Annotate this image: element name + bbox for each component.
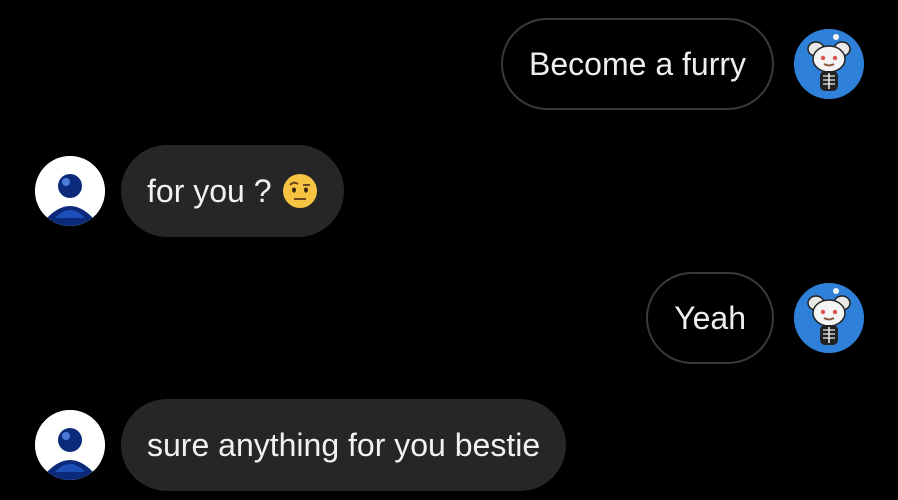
message-text: Yeah xyxy=(674,300,746,336)
default-avatar[interactable] xyxy=(35,410,105,480)
user-avatar-icon xyxy=(35,410,105,480)
user-avatar-icon xyxy=(35,156,105,226)
message-row-sent: Become a furry xyxy=(0,18,898,110)
snoo-icon xyxy=(794,29,864,99)
snoo-avatar[interactable] xyxy=(794,283,864,353)
message-text: sure anything for you bestie xyxy=(147,427,541,463)
message-bubble-sent[interactable]: Become a furry xyxy=(501,18,774,110)
snoo-icon xyxy=(794,283,864,353)
default-avatar[interactable] xyxy=(35,156,105,226)
message-row-received: for you ? xyxy=(0,145,898,237)
snoo-avatar[interactable] xyxy=(794,29,864,99)
message-bubble-received[interactable]: sure anything for you bestie xyxy=(121,399,567,491)
raised-eyebrow-emoji xyxy=(282,174,317,208)
message-row-received: sure anything for you bestie xyxy=(0,399,898,491)
message-bubble-sent[interactable]: Yeah xyxy=(646,272,774,364)
message-bubble-received[interactable]: for you ? xyxy=(121,145,344,237)
message-text: for you ? xyxy=(147,173,272,209)
message-text: Become a furry xyxy=(529,46,746,82)
message-row-sent: Yeah xyxy=(0,272,898,364)
